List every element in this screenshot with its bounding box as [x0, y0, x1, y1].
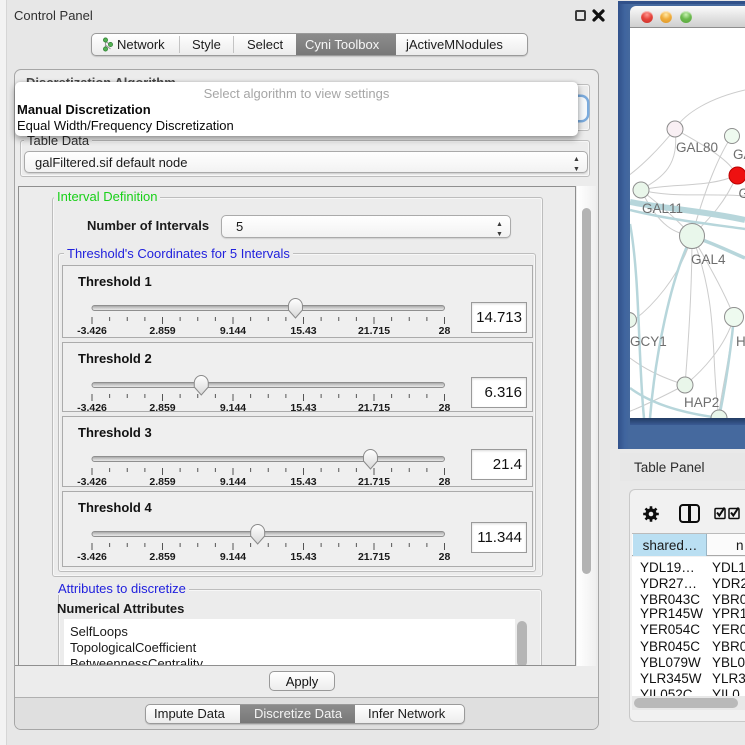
svg-text:2.859: 2.859	[149, 551, 175, 563]
svg-text:G: G	[739, 186, 745, 201]
svg-text:HAP2: HAP2	[684, 395, 719, 410]
svg-text:21.715: 21.715	[358, 551, 390, 563]
svg-text:-3.426: -3.426	[77, 402, 107, 413]
svg-text:2.859: 2.859	[149, 476, 175, 488]
svg-text:-3.426: -3.426	[77, 551, 107, 563]
svg-text:15.43: 15.43	[290, 325, 316, 337]
svg-text:2.859: 2.859	[149, 402, 175, 413]
svg-text:9.144: 9.144	[220, 476, 246, 488]
svg-text:GAL4: GAL4	[691, 252, 726, 267]
svg-text:9.144: 9.144	[220, 551, 246, 563]
svg-text:GAL80: GAL80	[676, 140, 718, 155]
svg-text:H: H	[736, 334, 745, 349]
svg-text:GA: GA	[733, 147, 745, 162]
svg-text:2.859: 2.859	[149, 325, 175, 337]
svg-text:9.144: 9.144	[220, 402, 246, 413]
svg-text:-3.426: -3.426	[77, 325, 107, 337]
svg-text:-3.426: -3.426	[77, 476, 107, 488]
svg-text:GAL11: GAL11	[642, 201, 683, 216]
svg-text:28: 28	[439, 551, 451, 563]
svg-text:28: 28	[439, 402, 451, 413]
svg-text:21.715: 21.715	[358, 476, 390, 488]
svg-text:15.43: 15.43	[290, 476, 316, 488]
svg-text:21.715: 21.715	[358, 325, 390, 337]
svg-text:15.43: 15.43	[290, 551, 316, 563]
svg-text:28: 28	[439, 476, 451, 488]
svg-text:GCY1: GCY1	[630, 334, 667, 349]
svg-text:21.715: 21.715	[358, 402, 390, 413]
svg-text:28: 28	[439, 325, 451, 337]
svg-text:15.43: 15.43	[290, 402, 316, 413]
svg-text:9.144: 9.144	[220, 325, 246, 337]
